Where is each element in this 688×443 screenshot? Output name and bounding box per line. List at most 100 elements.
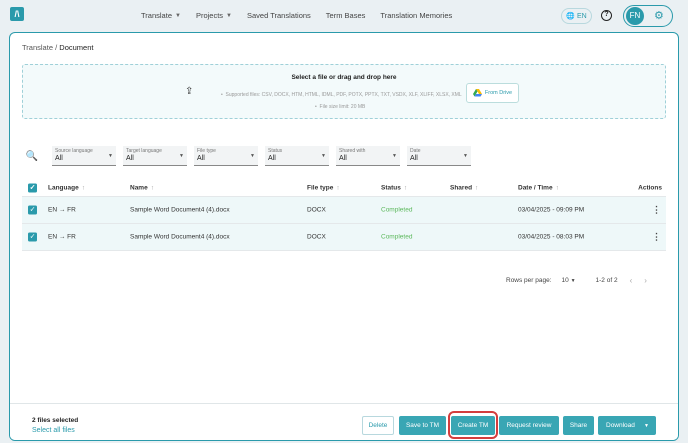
nav-translation-memories[interactable]: Translation Memories xyxy=(380,11,452,20)
sort-arrow-icon: ↑ xyxy=(475,184,479,191)
sort-arrow-icon: ↑ xyxy=(150,184,154,191)
dropzone-info: • Supported files: CSV, DOCX, HTM, HTML,… xyxy=(221,89,462,113)
filter-value: All xyxy=(268,155,276,162)
breadcrumb-root[interactable]: Translate xyxy=(22,43,53,52)
nav-label: Translate xyxy=(141,11,172,20)
filter-bar: 🔍 Source language All ▼ Target language All… xyxy=(22,146,478,166)
filter-value: All xyxy=(126,155,134,162)
table-header: ✓ Language ↑ Name ↑ File type ↑ Status ↑ Sha… xyxy=(22,179,666,197)
delete-button[interactable]: Delete xyxy=(362,416,394,435)
breadcrumb-separator: / xyxy=(55,43,58,52)
share-button[interactable]: Share xyxy=(563,416,594,435)
header-label: Status xyxy=(381,184,401,191)
language-pair: EN → FR xyxy=(48,207,76,214)
rows-per-page-label: Rows per page: xyxy=(506,277,552,284)
request-review-button[interactable]: Request review xyxy=(499,416,559,435)
header-label: Name xyxy=(130,184,148,191)
next-page-icon[interactable]: › xyxy=(644,276,647,285)
sort-arrow-icon: ↑ xyxy=(81,184,85,191)
status-filter[interactable]: Status All ▼ xyxy=(265,146,329,166)
main-nav: Translate ▼ Projects ▼ Saved Translations … xyxy=(141,11,467,20)
nav-label: Translation Memories xyxy=(380,11,453,20)
nav-label: Term Bases xyxy=(325,11,366,20)
table-row[interactable]: ✓ EN → FR Sample Word Document4 (4).docx… xyxy=(22,224,666,251)
arrow-right-icon: → xyxy=(58,233,66,241)
filter-label: Date xyxy=(410,148,421,154)
nav-projects[interactable]: Projects ▼ xyxy=(196,11,232,20)
app-logo[interactable]: /\ xyxy=(10,7,24,21)
shared-column-header[interactable]: Shared ↑ xyxy=(450,184,478,191)
source-language-filter[interactable]: Source language All ▼ xyxy=(52,146,116,166)
dropzone-title: Select a file or drag and drop here xyxy=(291,74,397,81)
gear-icon[interactable]: ⚙ xyxy=(654,9,664,22)
header-label: Date / Time xyxy=(518,184,553,191)
date-column-header[interactable]: Date / Time ↑ xyxy=(518,184,559,191)
date-filter[interactable]: Date All ▼ xyxy=(407,146,471,166)
file-type-filter[interactable]: File type All ▼ xyxy=(194,146,258,166)
supported-files: • Supported files: CSV, DOCX, HTM, HTML,… xyxy=(221,92,462,98)
language-pair: EN → FR xyxy=(48,234,76,241)
actions-column-header: Actions xyxy=(638,184,662,191)
select-all-checkbox[interactable]: ✓ xyxy=(28,183,37,192)
page-range: 1-2 of 2 xyxy=(595,277,618,284)
row-checkbox[interactable]: ✓ xyxy=(28,232,37,242)
chevron-down-icon: ▼ xyxy=(250,153,255,159)
status-text: Completed xyxy=(381,206,413,214)
pagination: Rows per page: 10 ▼ 1-2 of 2 ‹ › xyxy=(506,276,647,285)
breadcrumb: Translate / Document xyxy=(22,43,93,52)
language-column-header[interactable]: Language ↑ xyxy=(48,184,85,191)
more-actions-icon[interactable]: ⋮ xyxy=(652,205,661,216)
target-lang: FR xyxy=(67,233,76,241)
name-column-header[interactable]: Name ↑ xyxy=(130,184,154,191)
create-tm-button[interactable]: Create TM xyxy=(451,416,495,435)
rows-per-page-value: 10 xyxy=(561,277,569,284)
download-label: Download xyxy=(606,422,635,429)
nav-translate[interactable]: Translate ▼ xyxy=(141,11,181,20)
table-row[interactable]: ✓ EN → FR Sample Word Document4 (4).docx… xyxy=(22,197,666,224)
arrow-right-icon: → xyxy=(58,206,66,214)
target-language-filter[interactable]: Target language All ▼ xyxy=(123,146,187,166)
user-menu[interactable]: FN ⚙ xyxy=(623,5,673,27)
file-name[interactable]: Sample Word Document4 (4).docx xyxy=(130,207,230,214)
filter-label: Source language xyxy=(55,148,93,154)
sort-arrow-icon: ↑ xyxy=(336,184,340,191)
top-navigation: /\ Translate ▼ Projects ▼ Saved Translatio… xyxy=(0,0,688,32)
header-label: Shared xyxy=(450,184,473,191)
header-label: Language xyxy=(48,184,79,191)
source-lang: EN xyxy=(48,233,58,241)
nav-label: Saved Translations xyxy=(247,11,311,20)
previous-page-icon[interactable]: ‹ xyxy=(630,276,633,285)
search-icon[interactable]: 🔍 xyxy=(22,146,42,166)
file-type: DOCX xyxy=(307,233,326,241)
select-all-link[interactable]: Select all files xyxy=(32,427,75,434)
filter-label: Shared with xyxy=(339,148,366,154)
shared-with-filter[interactable]: Shared with All ▼ xyxy=(336,146,400,166)
filter-value: All xyxy=(55,155,63,162)
row-checkbox[interactable]: ✓ xyxy=(28,205,37,215)
from-drive-label: From Drive xyxy=(484,90,513,96)
status-column-header[interactable]: Status ↑ xyxy=(381,184,407,191)
language-selector[interactable]: 🌐 EN xyxy=(561,8,592,24)
sort-arrow-icon: ↑ xyxy=(403,184,408,191)
file-dropzone[interactable]: Select a file or drag and drop here ⇪ • … xyxy=(22,64,666,119)
supported-files-text: Supported files: CSV, DOCX, HTM, HTML, I… xyxy=(225,92,462,98)
help-icon[interactable]: ? xyxy=(601,10,612,21)
save-to-tm-button[interactable]: Save to TM xyxy=(399,416,446,435)
file-type-column-header[interactable]: File type ↑ xyxy=(307,184,340,191)
chevron-down-icon: ▼ xyxy=(226,12,232,19)
google-drive-icon xyxy=(472,89,482,97)
file-name[interactable]: Sample Word Document4 (4).docx xyxy=(130,234,230,241)
from-drive-button[interactable]: From Drive xyxy=(466,83,519,103)
size-limit: • File size limit: 20 MB xyxy=(315,104,366,110)
avatar: FN xyxy=(626,7,644,25)
nav-term-bases[interactable]: Term Bases xyxy=(326,11,366,20)
filter-label: Target language xyxy=(126,148,162,154)
filter-label: File type xyxy=(197,148,216,154)
selected-count: 2 files selected xyxy=(32,417,79,424)
nav-saved-translations[interactable]: Saved Translations xyxy=(247,11,311,20)
more-actions-icon[interactable]: ⋮ xyxy=(652,232,661,243)
filter-value: All xyxy=(197,155,205,162)
rows-per-page-select[interactable]: 10 ▼ xyxy=(562,277,576,284)
download-button[interactable]: Download ▼ xyxy=(598,416,656,435)
source-lang: EN xyxy=(48,206,58,214)
